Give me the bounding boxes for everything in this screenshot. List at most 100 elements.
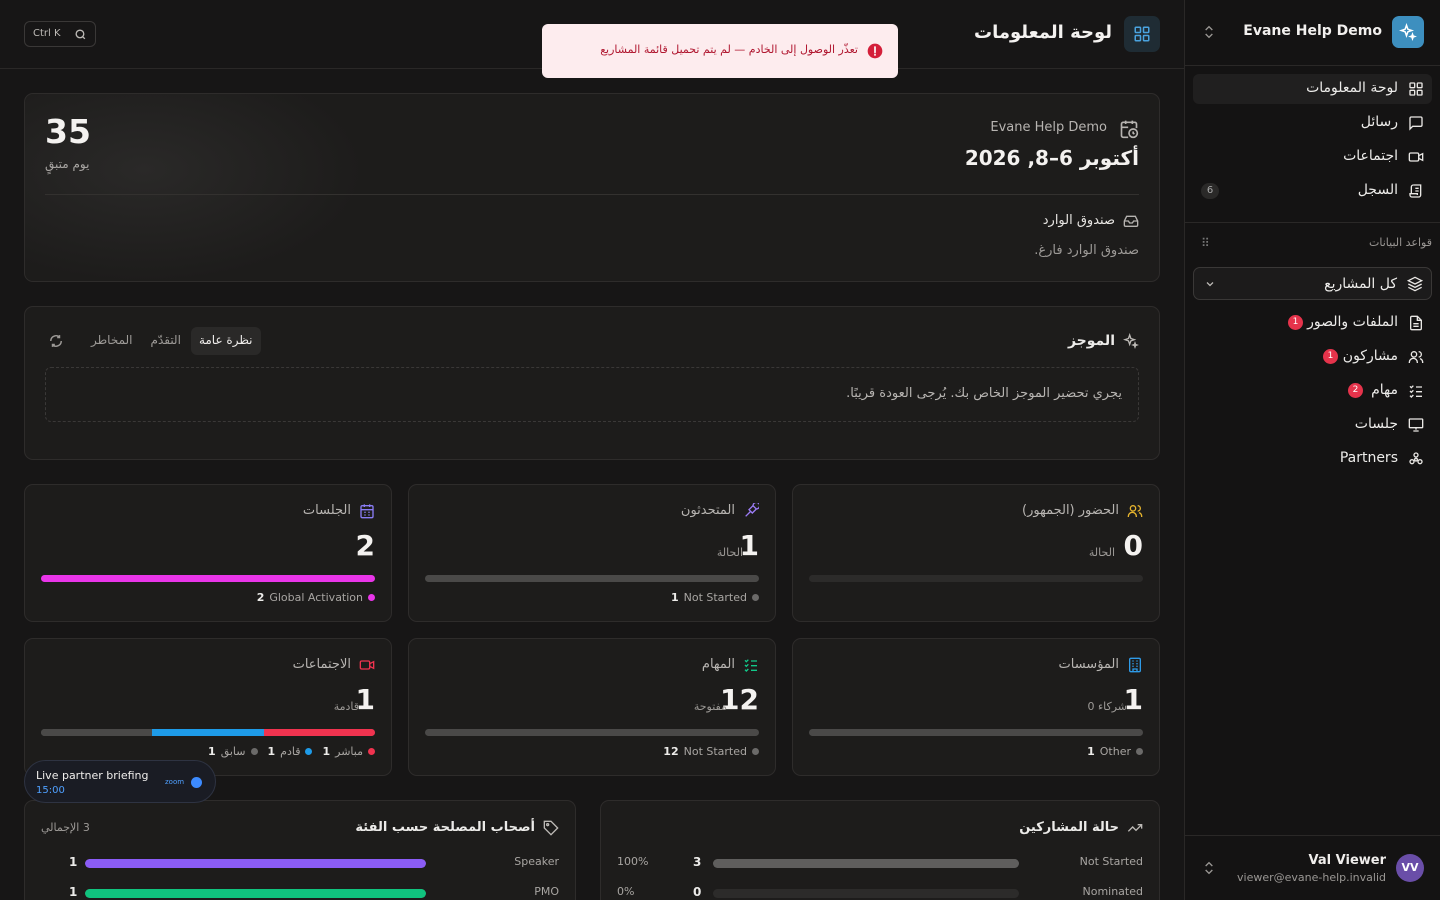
legend-label: قادم: [280, 745, 301, 758]
participants-status-card: حالة المشاركين Not Started 3 100% Nomina…: [600, 800, 1160, 900]
search-shortcut-button[interactable]: Ctrl K: [24, 21, 96, 47]
video-icon: [359, 660, 375, 670]
nav-item-files[interactable]: الملفات والصور 1: [1193, 308, 1432, 338]
calendar-clock-icon: [1120, 120, 1139, 139]
row-value: 3: [693, 855, 702, 869]
nav-item-meetings[interactable]: اجتماعات: [1193, 142, 1432, 172]
bar-segment-upcoming: [152, 729, 264, 736]
stat-card-tasks[interactable]: المهام 12 مفتوحة Not Started 12: [408, 638, 776, 776]
users-icon: [1127, 505, 1143, 517]
legend-count: 2: [256, 591, 265, 604]
stat-title: المؤسسات: [1058, 657, 1120, 672]
nav-label: Partners: [1339, 450, 1398, 466]
tab-risks[interactable]: المخاطر: [83, 327, 141, 355]
legend-item: Not Started 12: [663, 745, 759, 758]
event-card: 35 يوم متبقٍ Evane Help Demo أكتوبر 6–8,…: [24, 93, 1160, 282]
stat-card-sessions[interactable]: الجلسات 2 Global Activation 2: [24, 484, 392, 622]
stat-bar: [809, 729, 1143, 736]
nav-label: رسائل: [1360, 114, 1398, 130]
stakeholder-row: PMO 1: [41, 885, 559, 900]
log-icon: [1409, 184, 1422, 198]
stat-card-speakers[interactable]: المتحدثون 1 الحالة Not Started 1: [408, 484, 776, 622]
legend-count: 12: [663, 745, 679, 758]
nav-item-sessions[interactable]: جلسات: [1193, 410, 1432, 440]
user-name: Val Viewer: [1308, 853, 1386, 868]
legend-label: Not Started: [683, 591, 747, 604]
stat-legend: Other 1: [1087, 745, 1143, 758]
stat-card-attendance[interactable]: الحضور (الجمهور) 0 الحالة: [792, 484, 1160, 622]
nav-label: لوحة المعلومات: [1306, 80, 1398, 96]
dashboard-header-icon: [1124, 16, 1160, 52]
legend-count: 1: [267, 745, 276, 758]
days-left-value: 35: [45, 112, 91, 151]
nav-label: مشاركون: [1342, 348, 1398, 364]
stat-card-organizations[interactable]: المؤسسات 1 0 شركاء Other 1: [792, 638, 1160, 776]
handshake-icon: [1409, 452, 1423, 465]
row-label: Speaker: [514, 855, 559, 868]
legend-item: مباشر 1: [322, 745, 375, 758]
live-meeting-pill[interactable]: Live partner briefing 15:00 zoom: [24, 760, 216, 803]
live-meeting-source: zoom: [165, 778, 185, 786]
stat-bar: [425, 729, 759, 736]
dashboard-icon: [1134, 26, 1150, 42]
tab-overview[interactable]: نظرة عامة: [190, 327, 261, 355]
row-percent: 100%: [617, 855, 649, 868]
stat-card-meetings[interactable]: الاجتماعات 1 قادمة مباشر 1 قادم 1 سابق 1: [24, 638, 392, 776]
row-value: 1: [69, 855, 78, 869]
nav-item-dashboard[interactable]: لوحة المعلومات: [1193, 74, 1432, 104]
bar-segment-past: [41, 729, 153, 736]
user-menu[interactable]: VV Val Viewer viewer@evane-help.invalid: [1185, 835, 1440, 900]
nav-item-messages[interactable]: رسائل: [1193, 108, 1432, 138]
org-logo: [1392, 16, 1424, 48]
stat-value: 0: [1123, 529, 1143, 562]
stat-title: الاجتماعات: [292, 657, 351, 672]
mic-icon: [745, 503, 759, 517]
nav-label: مهام: [1371, 382, 1398, 398]
legend-dot: [250, 748, 258, 755]
stat-bar: [41, 729, 375, 736]
legend-item: سابق 1: [208, 745, 258, 758]
stat-legend: Not Started 1: [671, 591, 759, 604]
building-icon: [1129, 657, 1141, 673]
bar-segment-live: [263, 729, 375, 736]
org-name: Evane Help Demo: [1243, 23, 1382, 39]
nav-item-participants[interactable]: مشاركون 1: [1193, 342, 1432, 372]
legend-count: 1: [1087, 745, 1095, 758]
stat-title: المهام: [701, 657, 735, 672]
legend-count: 1: [208, 745, 216, 758]
tag-icon: [543, 820, 559, 836]
divider: [45, 194, 1139, 195]
live-meeting-title: Live partner briefing: [36, 769, 149, 782]
message-icon: [1409, 116, 1423, 131]
org-switcher[interactable]: Evane Help Demo: [1185, 0, 1440, 66]
live-meeting-time: 15:00: [36, 785, 65, 796]
users-icon: [1408, 351, 1424, 363]
nav-item-tasks[interactable]: مهام 2: [1193, 376, 1432, 406]
stat-title: الحضور (الجمهور): [1022, 503, 1119, 518]
nav-label: جلسات: [1354, 416, 1398, 432]
chevrons-up-down-icon[interactable]: [1201, 24, 1217, 40]
row-label: Nominated: [1082, 885, 1143, 898]
section-divider: [1185, 222, 1440, 223]
chevrons-up-down-icon[interactable]: [1201, 860, 1217, 876]
stat-sub: قادمة: [333, 700, 359, 713]
trending-up-icon: [1127, 824, 1143, 832]
nav-label: الملفات والصور: [1307, 314, 1398, 330]
stakeholders-title: أصحاب المصلحة حسب الفئة: [355, 820, 535, 835]
project-select[interactable]: كل المشاريع: [1193, 267, 1432, 300]
legend-dot: [305, 748, 313, 755]
tab-progress[interactable]: التقدّم: [143, 327, 189, 355]
nav-item-log[interactable]: السجل 6: [1193, 176, 1432, 206]
row-fill: [85, 859, 426, 868]
legend-item: Other 1: [1087, 745, 1143, 758]
error-toast: تعذّر الوصول إلى الخادم — لم يتم تحميل ق…: [542, 24, 898, 78]
stat-sub: الحالة: [716, 546, 743, 559]
legend-count: 1: [322, 745, 331, 758]
grip-icon[interactable]: ⠿: [1201, 236, 1210, 250]
nav-item-partners[interactable]: Partners: [1193, 444, 1432, 474]
refresh-icon[interactable]: [49, 334, 63, 348]
database-nav: الملفات والصور 1 مشاركون 1 مهام 2 جلسات …: [1193, 308, 1432, 478]
row-track: [85, 859, 426, 868]
page-title: لوحة المعلومات: [974, 22, 1112, 43]
stakeholder-row: Speaker 1: [41, 855, 559, 871]
